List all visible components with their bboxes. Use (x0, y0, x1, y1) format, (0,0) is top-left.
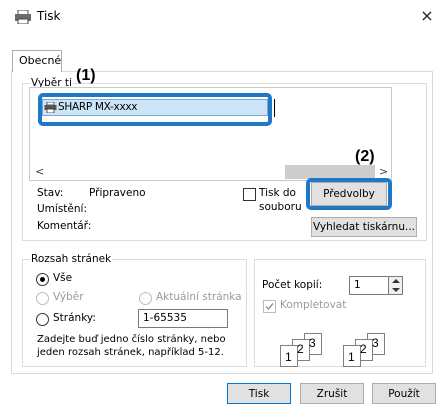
current-page-radio[interactable] (139, 292, 152, 305)
collate-page-1b: 1 (348, 350, 355, 364)
tab-general[interactable]: Obecné (12, 50, 62, 72)
print-button[interactable]: Tisk (227, 383, 291, 404)
annotation-label-2: (2) (355, 148, 375, 165)
scroll-right-icon[interactable]: > (379, 165, 388, 178)
collate-preview-set-1: 1 2 3 (280, 333, 340, 367)
scrollbar-thumb[interactable] (285, 165, 375, 179)
selection-label: Výběr (53, 291, 84, 303)
all-pages-radio[interactable] (36, 273, 49, 286)
annotation-box-1 (38, 93, 272, 126)
pages-label: Stránky: (53, 312, 96, 324)
pages-input[interactable]: 1-65535 (138, 309, 228, 328)
collate-preview-set-2: 1 2 3 (343, 333, 403, 367)
print-to-file-label-line2: souboru (259, 201, 302, 213)
collate-page-2b: 2 (360, 342, 367, 356)
status-label: Stav: (37, 187, 64, 199)
collate-page-1: 1 (285, 350, 292, 364)
comment-label: Komentář: (37, 220, 92, 232)
page-range-label: Rozsah stránek (30, 253, 113, 265)
print-to-file-label: Tisk do (259, 187, 296, 199)
selection-radio[interactable] (36, 292, 49, 305)
print-to-file-checkbox[interactable] (243, 188, 256, 201)
find-printer-button[interactable]: Vyhledat tiskárnu... (311, 217, 417, 237)
collate-page-3: 3 (309, 336, 316, 350)
copies-label: Počet kopií: (262, 279, 323, 291)
annotation-box-2 (306, 178, 392, 210)
current-page-label: Aktuální stránka (156, 291, 242, 303)
copies-input[interactable]: 1 (349, 276, 389, 295)
copies-spinner[interactable] (389, 276, 403, 295)
status-value: Připraveno (89, 187, 146, 199)
annotation-label-1: (1) (76, 67, 96, 84)
collate-page-3b: 3 (372, 336, 379, 350)
check-icon (265, 303, 274, 311)
collate-checkbox[interactable] (263, 300, 276, 313)
page-range-hint-line2: jeden rozsah stránek, například 5-12. (37, 347, 224, 358)
pages-radio[interactable] (36, 313, 49, 326)
text-cursor (274, 99, 275, 117)
collate-label: Kompletovat (280, 299, 347, 311)
spin-down-icon[interactable] (392, 288, 400, 292)
page-range-hint-line1: Zadejte buď jedno číslo stránky, nebo (37, 334, 226, 345)
cancel-button[interactable]: Zrušit (300, 383, 364, 404)
printer-icon (15, 10, 31, 24)
scroll-left-icon[interactable]: < (35, 165, 44, 178)
all-pages-label: Vše (53, 272, 73, 284)
location-label: Umístění: (37, 203, 87, 215)
spin-up-icon[interactable] (392, 279, 400, 283)
collate-page-2: 2 (297, 342, 304, 356)
close-icon[interactable]: × (418, 6, 436, 26)
window-title: Tisk (37, 9, 61, 23)
title-bar (0, 0, 442, 34)
apply-button[interactable]: Použít (372, 383, 436, 404)
